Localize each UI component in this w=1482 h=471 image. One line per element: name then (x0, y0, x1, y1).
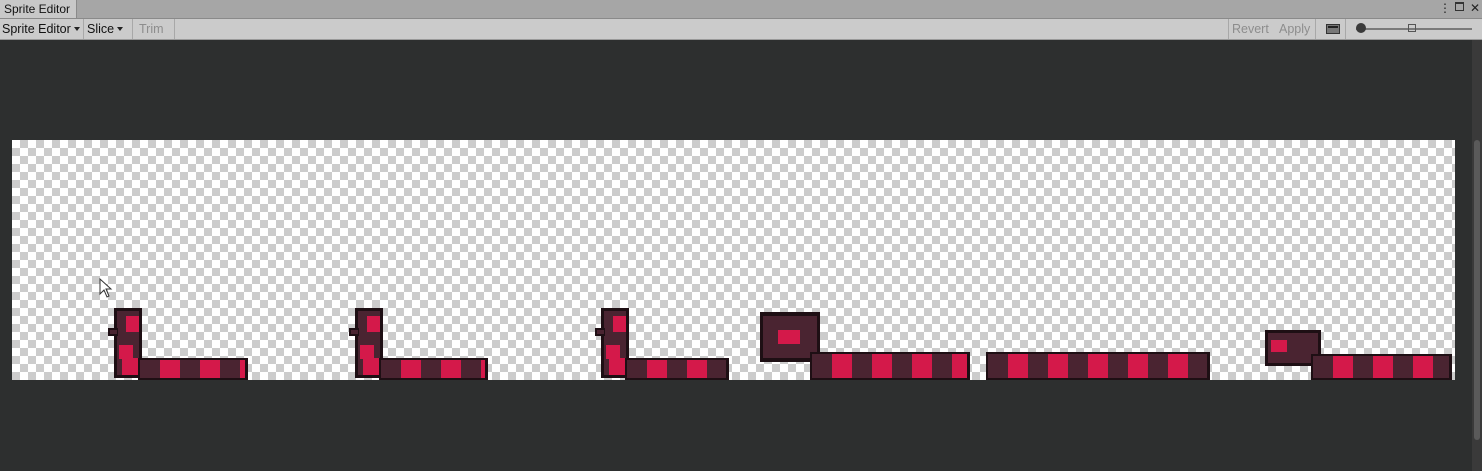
slice-dropdown[interactable]: Slice (85, 19, 133, 39)
worm-sprite (760, 312, 970, 380)
sprite-pixel-block (461, 360, 481, 378)
sprite-pixel-block (381, 360, 401, 378)
sprite-pixel-block (441, 360, 461, 378)
sprite-pixel-block (180, 360, 200, 378)
sprite-pixel-block (687, 360, 707, 378)
sprite-pixel-block (647, 360, 667, 378)
sprite-pixel-block (110, 330, 117, 334)
sprite-pixel-block (1333, 356, 1353, 378)
kebab-menu-icon[interactable]: ⋮ (1439, 0, 1451, 18)
sprite-pixel-block (200, 360, 220, 378)
sprite-pixel-block (126, 316, 139, 332)
sprite-pixel-block (952, 354, 967, 378)
scrollbar-thumb[interactable] (1474, 140, 1480, 440)
tab-sprite-editor[interactable]: Sprite Editor (0, 0, 78, 18)
sprite-pixel-block (613, 316, 626, 332)
sprite-pixel-block (360, 345, 374, 359)
worm-sprite (349, 308, 488, 380)
trim-button[interactable]: Trim (135, 19, 175, 39)
tab-label: Sprite Editor (4, 2, 71, 16)
sprite-pixel-block (606, 345, 620, 359)
sprite-pixel-block (1168, 354, 1188, 378)
sprite-pixel-block (1188, 354, 1207, 378)
sprite-pixel-block (1313, 356, 1333, 378)
sprite-pixel-block (812, 354, 832, 378)
sprite-pixel-block (1028, 354, 1048, 378)
worm-sprite (595, 308, 729, 380)
sprite-pixel-block (872, 354, 892, 378)
sprite-pixel-block (1373, 356, 1393, 378)
caret-down-icon (73, 27, 80, 31)
sprite-pixel-block (1271, 340, 1287, 352)
zoom-max-icon (1408, 24, 1416, 32)
sprite-pixel-block (1413, 356, 1433, 378)
sprite-pixel-block (988, 354, 1008, 378)
sprite-pixel-block (1353, 356, 1373, 378)
mouse-cursor-icon (99, 278, 113, 298)
sprite-pixel-block (1008, 354, 1028, 378)
sprite-pixel-block (932, 354, 952, 378)
sprite-pixel-block (1393, 356, 1413, 378)
sprite-sheet-image (108, 308, 1452, 380)
sprite-pixel-block (1048, 354, 1068, 378)
sprite-editor-mode-dropdown[interactable]: Sprite Editor (0, 19, 84, 39)
caret-down-icon (117, 27, 124, 31)
rgb-alpha-toggle-glyph (1326, 24, 1340, 34)
sprite-pixel-block (778, 330, 800, 344)
sprite-pixel-block (240, 360, 245, 378)
sprite-editor-toolbar: Sprite Editor Slice Trim Revert Apply (0, 19, 1482, 40)
maximize-icon[interactable] (1455, 2, 1464, 11)
sprite-pixel-block (892, 354, 912, 378)
revert-button[interactable]: Revert (1228, 19, 1274, 39)
sprite-pixel-block (160, 360, 180, 378)
sprite-pixel-block (597, 330, 604, 334)
apply-button[interactable]: Apply (1276, 19, 1316, 39)
slice-dropdown-label: Slice (87, 22, 115, 36)
close-icon[interactable]: ✕ (1470, 0, 1480, 18)
sprite-pixel-block (1128, 354, 1148, 378)
sprite-pixel-block (1088, 354, 1108, 378)
worm-sprite (986, 352, 1210, 380)
worm-sprite (108, 308, 248, 380)
sprite-pixel-block (1433, 356, 1449, 378)
sprite-pixel-block (1108, 354, 1128, 378)
window-title-bar: Sprite Editor ⋮ ✕ (0, 0, 1482, 19)
sprite-pixel-block (140, 360, 160, 378)
sprite-pixel-block (1068, 354, 1088, 378)
sprite-pixel-block (667, 360, 687, 378)
sprite-pixel-block (119, 345, 133, 359)
sprite-pixel-block (421, 360, 441, 378)
sprite-pixel-block (351, 330, 358, 334)
rgb-alpha-toggle-icon[interactable] (1320, 19, 1346, 39)
worm-sprite (1265, 330, 1452, 380)
sprite-pixel-block (481, 360, 485, 378)
zoom-slider-thumb[interactable] (1356, 23, 1366, 33)
vertical-scrollbar[interactable] (1472, 40, 1482, 471)
sprite-pixel-block (1148, 354, 1168, 378)
sprite-sheet-canvas[interactable] (12, 140, 1455, 380)
sprite-pixel-block (627, 360, 647, 378)
sprite-pixel-block (220, 360, 240, 378)
sprite-pixel-block (401, 360, 421, 378)
sprite-pixel-block (912, 354, 932, 378)
sprite-pixel-block (707, 360, 726, 378)
sprite-pixel-block (852, 354, 872, 378)
sprite-pixel-block (367, 316, 380, 332)
sprite-editor-dropdown-label: Sprite Editor (2, 22, 71, 36)
sprite-pixel-block (832, 354, 852, 378)
zoom-slider[interactable] (1352, 19, 1472, 39)
